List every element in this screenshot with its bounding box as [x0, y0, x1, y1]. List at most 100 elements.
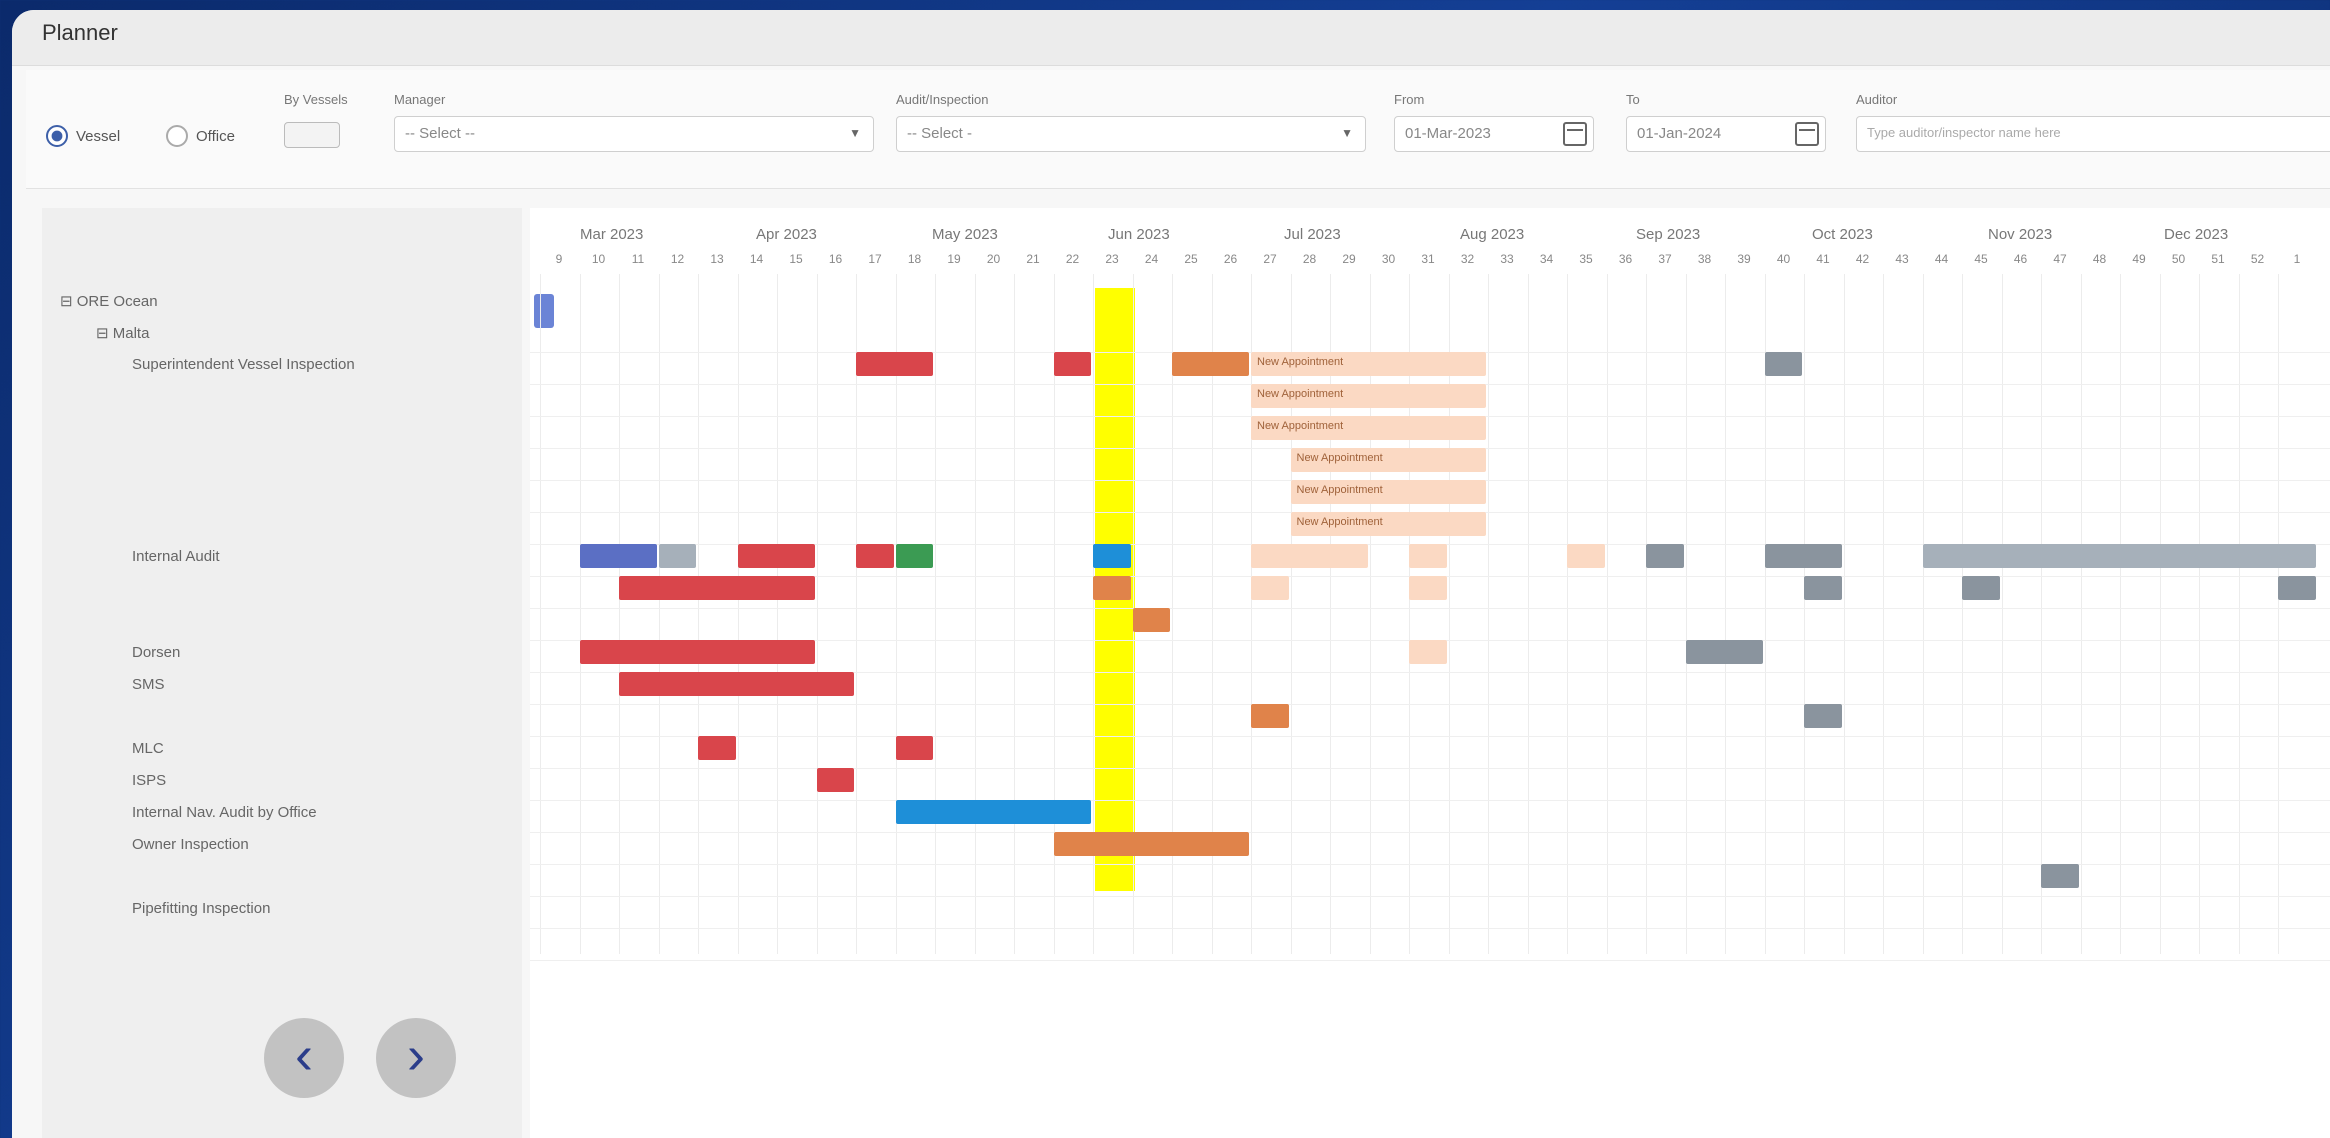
schedule-bar[interactable]: [658, 544, 696, 568]
tree-item[interactable]: MLC: [132, 740, 164, 757]
from-date-field[interactable]: 01-Mar-2023: [1394, 116, 1594, 152]
week-label: 35: [1579, 252, 1593, 266]
vessel-select[interactable]: -- Select -- ▼: [394, 116, 874, 152]
from-date-value: 01-Mar-2023: [1405, 125, 1491, 142]
schedule-bar[interactable]: [1053, 352, 1091, 376]
month-label: Aug 2023: [1460, 226, 1525, 243]
grid-row-line: [530, 832, 2330, 833]
grid-column-line: [1488, 274, 1489, 954]
schedule-bar[interactable]: [1132, 608, 1170, 632]
selection-marker[interactable]: [534, 294, 554, 328]
grid-column-line: [1290, 274, 1292, 954]
week-label: 39: [1737, 252, 1751, 266]
radio-vessel-dot[interactable]: [46, 125, 68, 147]
schedule-bar[interactable]: [1962, 576, 2000, 600]
schedule-bar[interactable]: [619, 576, 815, 600]
schedule-bar[interactable]: [1804, 576, 1842, 600]
to-date-field[interactable]: 01-Jan-2024: [1626, 116, 1826, 152]
tree-item[interactable]: Superintendent Vessel Inspection: [132, 356, 355, 373]
calendar-icon[interactable]: [1563, 122, 1587, 146]
prev-button[interactable]: ‹: [264, 1018, 344, 1098]
schedule-bar[interactable]: [816, 768, 854, 792]
schedule-bar[interactable]: New Appointment: [1251, 352, 1486, 376]
auditor-input[interactable]: Type auditor/inspector name here: [1856, 116, 2330, 152]
radio-office-dot[interactable]: [166, 125, 188, 147]
tree-item[interactable]: Internal Nav. Audit by Office: [132, 804, 317, 821]
schedule-bar[interactable]: [1093, 576, 1131, 600]
schedule-bar[interactable]: [895, 736, 933, 760]
schedule-bar[interactable]: [1409, 640, 1447, 664]
schedule-bar[interactable]: [1251, 704, 1289, 728]
tree-item[interactable]: Dorsen: [132, 644, 180, 661]
tree-item[interactable]: ISPS: [132, 772, 166, 789]
week-label: 43: [1895, 252, 1909, 266]
schedule-bar[interactable]: [1922, 544, 2316, 568]
schedule-bar[interactable]: New Appointment: [1251, 416, 1486, 440]
month-label: Oct 2023: [1812, 226, 1873, 243]
audit-select[interactable]: -- Select - ▼: [896, 116, 1366, 152]
grid-column-line: [777, 274, 778, 954]
radio-office[interactable]: Office: [166, 125, 235, 147]
radio-vessel[interactable]: Vessel: [46, 125, 120, 147]
schedule-bar[interactable]: [1409, 544, 1447, 568]
schedule-bar[interactable]: [856, 352, 933, 376]
tree-panel: ⊟ ORE Ocean ⊟ Malta Superintendent Vessel …: [42, 208, 522, 1138]
schedule-bar[interactable]: [1093, 544, 1131, 568]
grid-column-line: [2120, 274, 2121, 954]
schedule-bar[interactable]: [1251, 544, 1368, 568]
by-vessels-toggle[interactable]: [284, 122, 340, 148]
month-label: Apr 2023: [756, 226, 817, 243]
week-label: 33: [1500, 252, 1514, 266]
schedule-bar[interactable]: New Appointment: [1290, 448, 1486, 472]
schedule-bar[interactable]: [1804, 704, 1842, 728]
schedule-bar[interactable]: [1409, 576, 1447, 600]
grid-column-line: [1409, 274, 1410, 954]
schedule-bar[interactable]: [895, 800, 1091, 824]
schedule-bar[interactable]: [737, 544, 815, 568]
week-label: 21: [1026, 252, 1040, 266]
tree-item[interactable]: SMS: [132, 676, 165, 693]
title-bar: Planner: [12, 10, 2330, 66]
grid-column-line: [1330, 274, 1331, 954]
grid-row-line: [530, 768, 2330, 769]
schedule-bar[interactable]: [1567, 544, 1605, 568]
week-label: 20: [986, 252, 1001, 266]
week-label: 18: [907, 252, 922, 266]
schedule-bar[interactable]: [1764, 544, 1842, 568]
grid-column-line: [619, 274, 620, 954]
schedule-bar[interactable]: [895, 544, 933, 568]
calendar-icon[interactable]: [1795, 122, 1819, 146]
schedule-bar[interactable]: New Appointment: [1251, 384, 1486, 408]
schedule-bar[interactable]: [619, 672, 854, 696]
tree-item[interactable]: Pipefitting Inspection: [132, 900, 270, 917]
next-button[interactable]: ›: [376, 1018, 456, 1098]
tree-item[interactable]: Internal Audit: [132, 548, 220, 565]
schedule-bar[interactable]: [2041, 864, 2079, 888]
week-label: 28: [1302, 252, 1317, 266]
schedule-bar[interactable]: [856, 544, 894, 568]
schedule-bar[interactable]: [1764, 352, 1802, 376]
week-label: 47: [2053, 252, 2067, 266]
schedule-bar[interactable]: [1172, 352, 1249, 376]
tree-item[interactable]: Owner Inspection: [132, 836, 249, 853]
schedule-bar[interactable]: [2278, 576, 2316, 600]
week-label: 32: [1460, 252, 1475, 266]
month-label: Nov 2023: [1988, 226, 2053, 243]
schedule-bar[interactable]: [1646, 544, 1684, 568]
grid-column-line: [540, 274, 541, 954]
schedule-bar[interactable]: [579, 544, 657, 568]
schedule-bar[interactable]: [1251, 576, 1289, 600]
schedule-bar[interactable]: New Appointment: [1290, 512, 1486, 536]
schedule-bar[interactable]: [579, 640, 815, 664]
grid-column-line: [658, 274, 660, 954]
schedule-bar[interactable]: [1685, 640, 1763, 664]
schedule-bar[interactable]: [698, 736, 736, 760]
grid-column-line: [2080, 274, 2082, 954]
week-label: 14: [749, 252, 764, 266]
week-label: 51: [2211, 252, 2225, 266]
tree-item[interactable]: ⊟ ORE Ocean: [60, 292, 158, 310]
gantt-grid: 9 10 11 12 13 14 15 16 17 18 19 20 21 22 23 24 25 26 27 28 2…: [530, 208, 2330, 1138]
tree-item[interactable]: ⊟ Malta: [96, 324, 149, 342]
schedule-bar[interactable]: [1053, 832, 1249, 856]
schedule-bar[interactable]: New Appointment: [1290, 480, 1486, 504]
